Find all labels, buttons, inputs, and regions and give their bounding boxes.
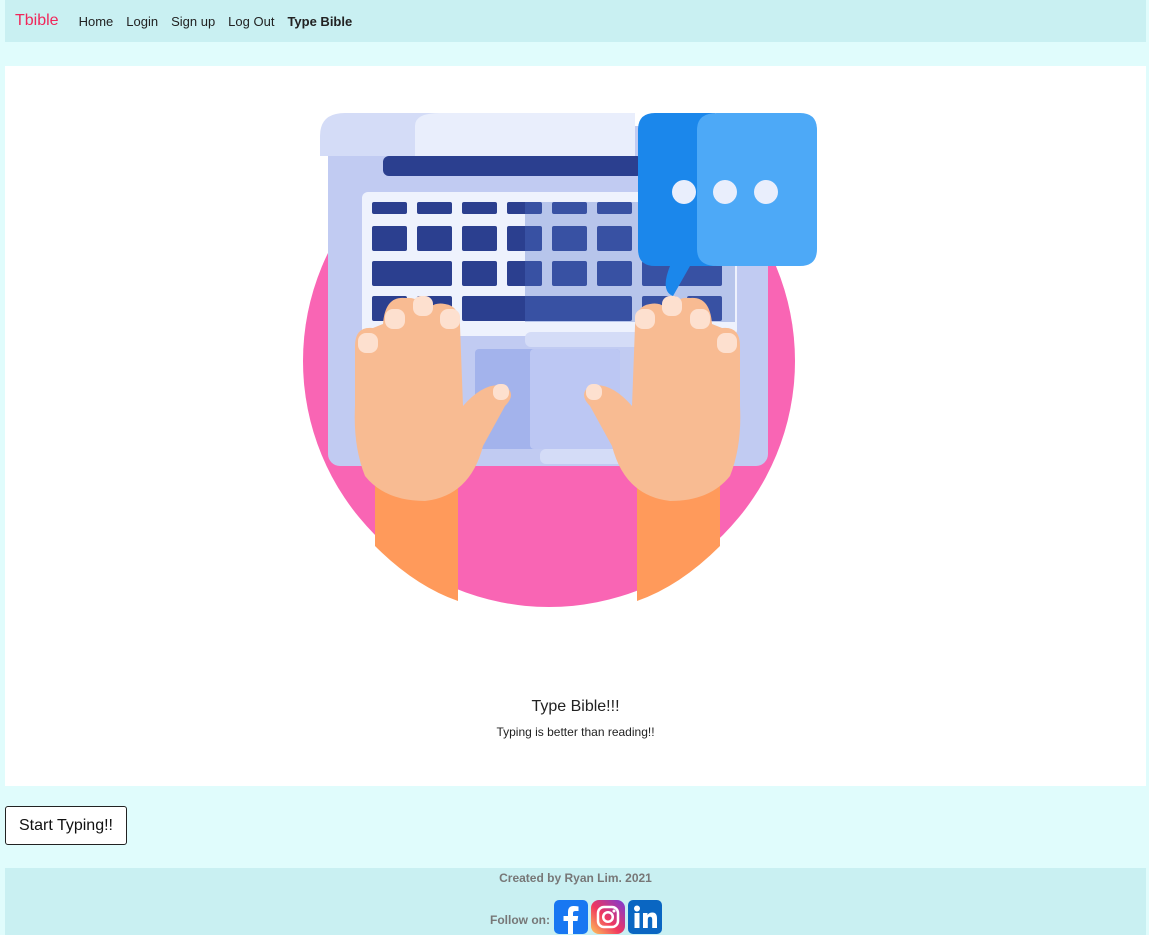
footer: Created by Ryan Lim. 2021 Follow on: (5, 868, 1146, 935)
follow-label: Follow on: (490, 913, 550, 927)
start-typing-button[interactable]: Start Typing!! (5, 806, 127, 845)
nav-link-logout[interactable]: Log Out (228, 14, 274, 29)
footer-credit: Created by Ryan Lim. 2021 (499, 871, 652, 885)
nav-link-home[interactable]: Home (79, 14, 114, 29)
hero-subtitle: Typing is better than reading!! (496, 725, 655, 739)
hands-typing-illustration (303, 113, 817, 607)
instagram-icon[interactable] (590, 900, 625, 934)
nav-link-type-bible[interactable]: Type Bible (287, 14, 352, 29)
brand-logo-link[interactable]: Tbible (15, 12, 59, 30)
linkedin-icon[interactable] (627, 900, 662, 934)
hero-card: Type Bible!!! Typing is better than read… (5, 66, 1146, 786)
hero-title: Type Bible!!! (531, 698, 620, 715)
nav-link-login[interactable]: Login (126, 14, 158, 29)
follow-row: Follow on: (490, 900, 665, 934)
navbar: Tbible Home Login Sign up Log Out Type B… (5, 0, 1146, 42)
nav-link-signup[interactable]: Sign up (171, 14, 215, 29)
facebook-icon[interactable] (553, 900, 588, 934)
